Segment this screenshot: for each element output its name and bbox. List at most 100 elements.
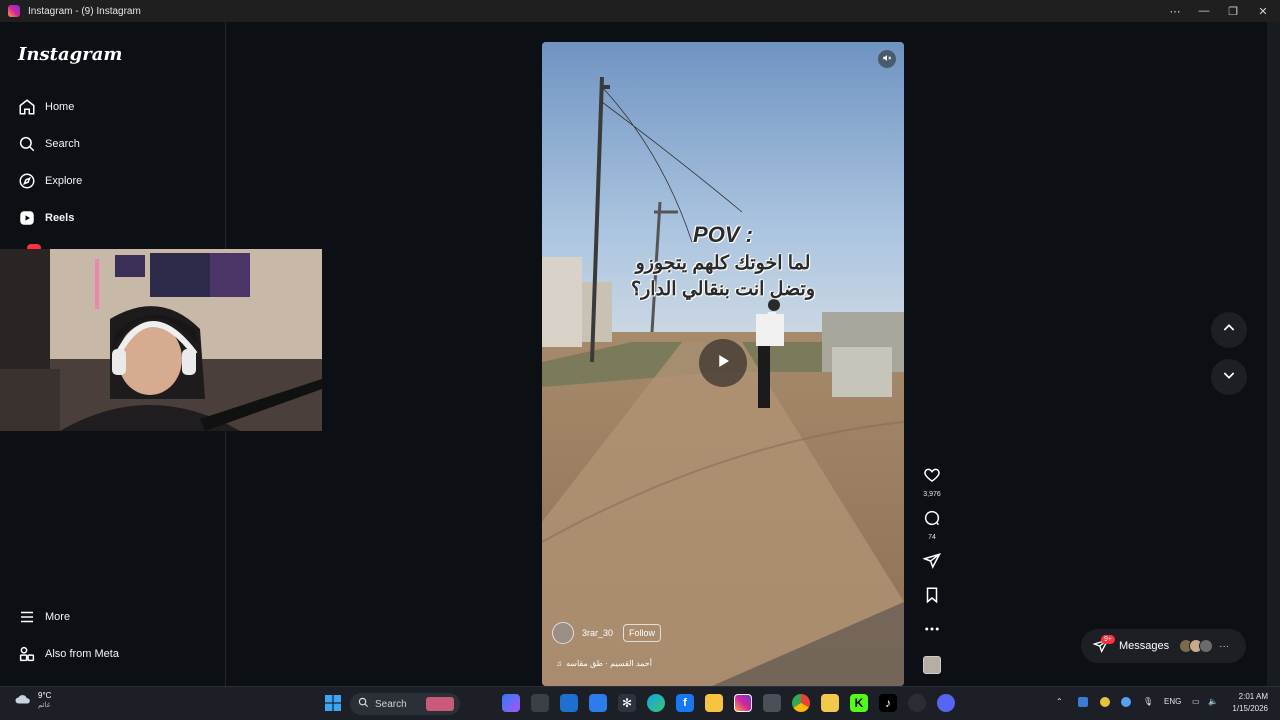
window-menu-button[interactable]: ⋯: [1160, 0, 1190, 22]
audio-title: أحمد القسيم · طق مقاسه: [566, 659, 652, 668]
tiktok-icon[interactable]: ♪: [879, 694, 897, 712]
sidebar-item-label: Home: [45, 101, 75, 113]
sidebar-item-also-from-meta[interactable]: Also from Meta: [12, 639, 212, 669]
search-icon: [358, 697, 369, 711]
home-icon: [12, 98, 42, 116]
tray-app-icon[interactable]: [1078, 697, 1088, 707]
messages-button[interactable]: 9+ Messages ···: [1081, 629, 1246, 663]
clock-date: 1/15/2026: [1232, 704, 1268, 713]
ellipsis-icon: ···: [1219, 640, 1230, 652]
ellipsis-icon: [923, 622, 941, 641]
follow-button[interactable]: Follow: [623, 624, 662, 642]
instagram-app-icon: [8, 5, 20, 17]
window-title: Instagram - (9) Instagram: [28, 5, 141, 17]
chrome-icon[interactable]: [792, 694, 810, 712]
compass-icon: [12, 172, 42, 190]
sidebar-item-home[interactable]: Home: [12, 92, 212, 122]
reel-video[interactable]: POV : لما اخوتك كلهم يتجوزو وتضل انت بنق…: [542, 42, 904, 686]
reel-overlay-line-1: لما اخوتك كلهم يتجوزو: [635, 253, 811, 274]
camera-icon[interactable]: [763, 694, 781, 712]
mute-button[interactable]: [878, 50, 896, 68]
search-highlight-icon: [426, 697, 454, 711]
heart-icon: [923, 466, 941, 489]
notes-icon[interactable]: [821, 694, 839, 712]
restore-button[interactable]: ❐: [1218, 0, 1248, 22]
previous-reel-button[interactable]: [1211, 312, 1247, 348]
hamburger-icon: [12, 608, 42, 626]
sidebar-item-explore[interactable]: Explore: [12, 166, 212, 196]
language-indicator[interactable]: ENG: [1164, 697, 1181, 706]
kick-icon[interactable]: K: [850, 694, 868, 712]
avatar: [1199, 639, 1214, 653]
weather-widget[interactable]: 9°C غائم: [14, 691, 51, 711]
sidebar-item-label: More: [45, 611, 71, 623]
file-explorer-icon[interactable]: [705, 694, 723, 712]
sidebar-item-more[interactable]: More: [12, 602, 212, 632]
messages-label: Messages: [1119, 640, 1170, 652]
sidebar-item-label: Also from Meta: [45, 648, 119, 660]
message-avatars: [1179, 639, 1214, 653]
like-count: 3,976: [923, 491, 941, 498]
microsoft-store-icon[interactable]: [531, 694, 549, 712]
comment-count: 74: [928, 534, 936, 541]
taskbar-search-label: Search: [375, 698, 407, 710]
tray-app-icon[interactable]: [1100, 697, 1110, 707]
chevron-up-icon: [1221, 320, 1237, 341]
sidebar-item-label: Reels: [45, 212, 75, 224]
like-action[interactable]: 3,976: [918, 466, 946, 498]
bookmark-icon: [923, 586, 941, 609]
cloud-app-icon[interactable]: [589, 694, 607, 712]
more-options-action[interactable]: [918, 622, 946, 641]
author-username[interactable]: 3rar_30: [582, 628, 613, 638]
play-icon: [714, 352, 732, 375]
volume-icon[interactable]: 🔈: [1208, 697, 1218, 706]
chevron-up-icon[interactable]: ⌃: [1056, 697, 1063, 706]
window-scrollbar[interactable]: [1267, 22, 1280, 686]
sidebar-item-reels[interactable]: Reels: [12, 203, 212, 233]
cloud-icon: [14, 692, 32, 711]
audio-thumbnail[interactable]: [923, 656, 941, 674]
window-titlebar: Instagram - (9) Instagram ⋯ — ❐ ✕: [0, 0, 1280, 22]
meta-apps-icon: [12, 645, 42, 663]
chatgpt-icon[interactable]: ✻: [618, 694, 636, 712]
play-button[interactable]: [699, 339, 747, 387]
close-window-button[interactable]: ✕: [1248, 0, 1278, 22]
reel-audio[interactable]: ♫ أحمد القسيم · طق مقاسه: [556, 659, 652, 668]
weather-condition: غائم: [38, 702, 51, 709]
edge-icon[interactable]: [647, 694, 665, 712]
system-clock[interactable]: 2:01 AM 1/15/2026: [1228, 691, 1268, 715]
chevron-down-icon: [1221, 367, 1237, 388]
comment-icon: [923, 509, 941, 532]
comment-action[interactable]: 74: [918, 509, 946, 541]
network-icon[interactable]: ▭: [1192, 697, 1200, 706]
save-action[interactable]: [918, 586, 946, 609]
mail-icon[interactable]: [560, 694, 578, 712]
taskbar-search[interactable]: Search: [350, 693, 460, 715]
weather-temperature: 9°C: [38, 691, 52, 700]
messages-badge: 9+: [1101, 635, 1115, 644]
copilot-icon[interactable]: [502, 694, 520, 712]
sidebar-item-label: Search: [45, 138, 80, 150]
discord-icon[interactable]: [937, 694, 955, 712]
sidebar-item-search[interactable]: Search: [12, 129, 212, 159]
webcam-overlay: [0, 249, 322, 431]
instagram-logo[interactable]: Instagram: [18, 44, 122, 65]
sidebar-item-label: Explore: [45, 175, 83, 187]
next-reel-button[interactable]: [1211, 359, 1247, 395]
windows-start-icon[interactable]: [324, 694, 342, 712]
music-note-icon: ♫: [556, 659, 562, 668]
minimize-button[interactable]: —: [1189, 0, 1219, 22]
reels-icon: [12, 209, 42, 227]
windows-taskbar: 9°C غائم Search ✻ f K ♪ ⌃ 🎙 ENG ▭ 🔈 2:01…: [0, 686, 1280, 720]
obs-icon[interactable]: [908, 694, 926, 712]
onedrive-icon[interactable]: [1121, 697, 1131, 707]
clock-time: 2:01 AM: [1238, 692, 1268, 701]
instagram-taskbar-icon[interactable]: [734, 694, 752, 712]
share-action[interactable]: [918, 552, 946, 575]
author-avatar[interactable]: [552, 622, 574, 644]
microphone-icon[interactable]: 🎙: [1143, 697, 1153, 706]
reel-author: 3rar_30 Follow: [552, 622, 662, 644]
webcam-feed: [0, 249, 322, 431]
facebook-icon[interactable]: f: [676, 694, 694, 712]
speaker-muted-icon: [882, 50, 892, 68]
